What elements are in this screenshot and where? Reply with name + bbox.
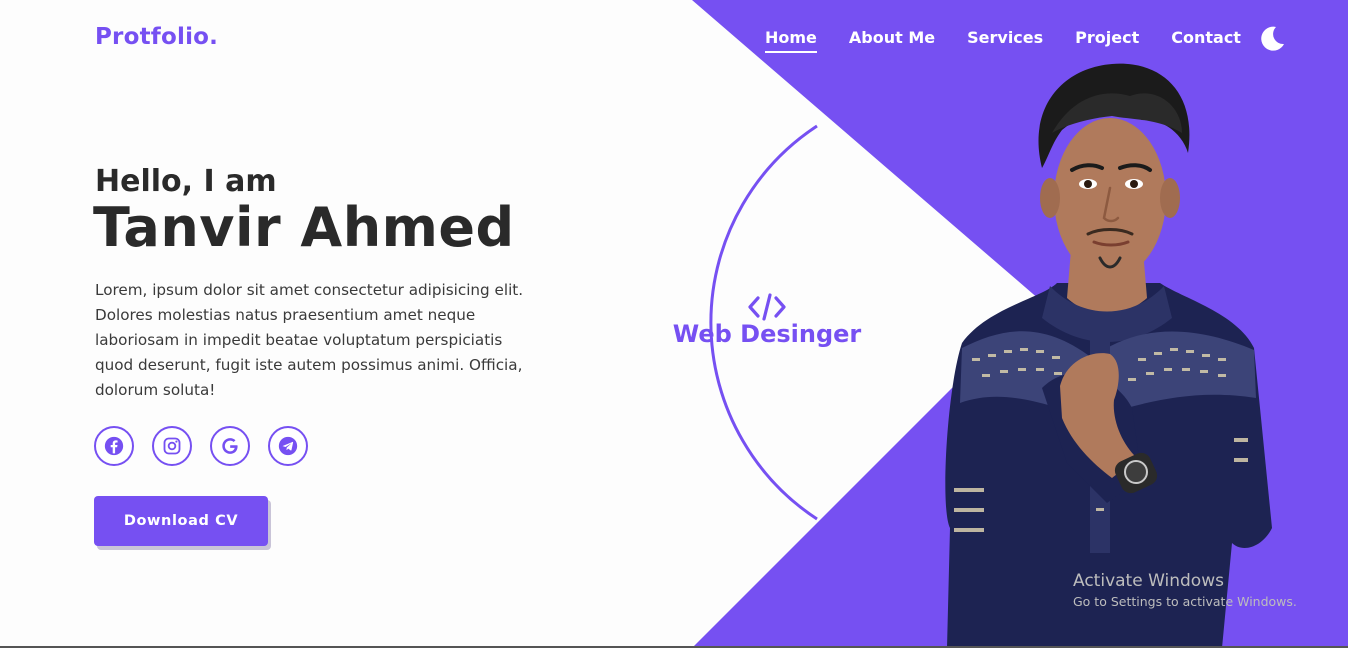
main-nav: Home About Me Services Project Contact [765, 28, 1273, 53]
nav-services[interactable]: Services [967, 28, 1043, 53]
facebook-icon [104, 436, 124, 456]
telegram-link[interactable] [268, 426, 308, 466]
watermark-subtitle: Go to Settings to activate Windows. [1073, 594, 1297, 609]
nav-contact[interactable]: Contact [1171, 28, 1241, 53]
moon-icon[interactable] [1257, 24, 1287, 54]
instagram-icon [163, 437, 181, 455]
hero-bio: Lorem, ipsum dolor sit amet consectetur … [95, 281, 524, 399]
watermark-title: Activate Windows [1073, 571, 1224, 591]
site-logo[interactable]: Protfolio. [95, 24, 218, 50]
download-cv-button[interactable]: Download CV [94, 496, 268, 546]
hero-name: Tanvir Ahmed [93, 196, 515, 259]
social-links [94, 426, 326, 466]
greeting: Hello, I am [95, 164, 277, 199]
google-icon [222, 438, 238, 454]
facebook-link[interactable] [94, 426, 134, 466]
profile-photo [945, 63, 1272, 648]
role-badge: Web Desinger [672, 292, 862, 348]
nav-home[interactable]: Home [765, 28, 817, 53]
nav-project[interactable]: Project [1075, 28, 1139, 53]
telegram-icon [278, 436, 298, 456]
code-icon [748, 293, 786, 321]
google-link[interactable] [210, 426, 250, 466]
activate-windows-watermark: Activate Windows Go to Settings to activ… [1073, 571, 1297, 609]
nav-about-me[interactable]: About Me [849, 28, 935, 53]
instagram-link[interactable] [152, 426, 192, 466]
role-label: Web Desinger [672, 320, 862, 348]
portfolio-page: Protfolio. Home About Me Services Projec… [0, 0, 1348, 648]
